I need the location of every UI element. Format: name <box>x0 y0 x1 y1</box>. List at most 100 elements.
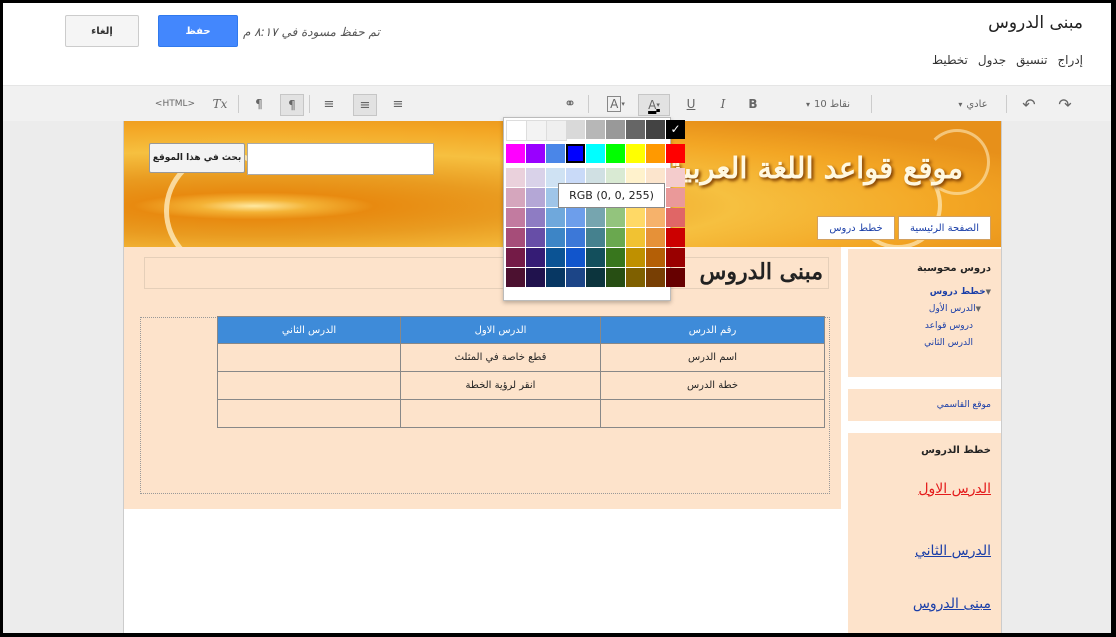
ltr-direction-icon[interactable]: ¶ <box>248 94 270 114</box>
color-swatch[interactable] <box>606 208 625 227</box>
html-button[interactable]: <HTML> <box>149 94 201 114</box>
color-swatch[interactable] <box>626 248 645 267</box>
color-swatch[interactable] <box>626 144 645 163</box>
underline-button[interactable]: U <box>681 94 701 114</box>
table-cell[interactable] <box>217 343 401 372</box>
save-button[interactable]: حفظ <box>158 15 238 47</box>
redo-icon[interactable]: ↷ <box>1053 94 1077 114</box>
color-swatch[interactable] <box>546 208 565 227</box>
bold-button[interactable]: B <box>743 94 763 114</box>
color-swatch[interactable] <box>506 188 525 207</box>
color-swatch[interactable] <box>566 208 585 227</box>
color-swatch[interactable] <box>506 168 525 187</box>
color-swatch[interactable] <box>586 120 605 139</box>
color-swatch[interactable] <box>506 144 525 163</box>
color-swatch[interactable] <box>526 268 545 287</box>
color-swatch[interactable] <box>666 248 685 267</box>
color-swatch[interactable] <box>666 208 685 227</box>
table-cell[interactable] <box>217 399 401 428</box>
content-title[interactable]: مبنى الدروس <box>699 259 823 285</box>
table-header-cell[interactable]: رقم الدرس <box>600 316 825 344</box>
table-header-cell[interactable]: الدرس الثاني <box>217 316 401 344</box>
table-cell[interactable]: قطع خاصة في المثلث <box>400 343 601 372</box>
color-swatch[interactable] <box>626 208 645 227</box>
color-swatch[interactable] <box>506 228 525 247</box>
color-swatch[interactable] <box>646 144 665 163</box>
italic-button[interactable]: I <box>713 94 733 114</box>
menu-table[interactable]: جدول <box>978 53 1006 67</box>
sidebar-item-lesson-one[interactable]: ▼الدرس الأول <box>929 304 981 314</box>
color-swatch[interactable] <box>526 120 547 141</box>
lesson-link-second[interactable]: الدرس الثاني <box>915 543 991 559</box>
color-swatch[interactable] <box>666 168 685 187</box>
clear-format-icon[interactable]: Tx <box>209 94 231 114</box>
site-search-button[interactable]: بحث في هذا الموقع <box>149 143 245 173</box>
color-swatch[interactable] <box>566 120 585 139</box>
color-swatch[interactable] <box>506 248 525 267</box>
color-swatch[interactable] <box>566 228 585 247</box>
color-swatch[interactable] <box>526 208 545 227</box>
table-cell[interactable]: اسم الدرس <box>600 343 825 372</box>
text-color-button[interactable]: A ▾ <box>638 94 670 116</box>
table-cell[interactable]: انقر لرؤية الخطة <box>400 371 601 400</box>
menu-layout[interactable]: تخطيط <box>932 53 968 67</box>
undo-icon[interactable]: ↶ <box>1017 94 1041 114</box>
color-swatch[interactable] <box>586 144 605 163</box>
table-cell[interactable]: خطة الدرس <box>600 371 825 400</box>
color-swatch[interactable] <box>626 120 645 139</box>
color-swatch[interactable] <box>526 188 545 207</box>
color-swatch[interactable] <box>586 268 605 287</box>
color-swatch[interactable] <box>546 228 565 247</box>
color-swatch[interactable] <box>526 248 545 267</box>
align-right-icon[interactable]: ≡ <box>388 94 408 114</box>
sidebar-item-lesson-two[interactable]: الدرس الثاني <box>924 338 973 348</box>
color-swatch[interactable] <box>526 228 545 247</box>
color-swatch[interactable] <box>606 268 625 287</box>
align-left-icon[interactable]: ≡ <box>319 94 339 114</box>
color-swatch[interactable] <box>566 268 585 287</box>
color-swatch[interactable] <box>546 120 567 141</box>
color-swatch[interactable] <box>506 208 525 227</box>
table-cell[interactable] <box>400 399 601 428</box>
color-swatch[interactable] <box>526 168 545 187</box>
color-swatch[interactable] <box>526 144 545 163</box>
color-swatch[interactable] <box>606 228 625 247</box>
nav-tab-lesson-plans[interactable]: خطط دروس <box>817 216 895 240</box>
table-cell[interactable] <box>217 371 401 400</box>
color-swatch[interactable] <box>666 144 685 163</box>
lesson-link-first[interactable]: الدرس الاول <box>918 481 991 497</box>
sidebar-item-lesson-plans[interactable]: ▼خطط دروس <box>930 287 991 297</box>
nav-tab-home[interactable]: الصفحة الرئيسية <box>898 216 991 240</box>
sidebar-item-grammar[interactable]: دروس قواعد <box>925 321 973 331</box>
table-cell[interactable] <box>600 399 825 428</box>
color-swatch[interactable] <box>646 120 665 139</box>
lesson-link-structure[interactable]: مبنى الدروس <box>913 596 991 612</box>
menu-format[interactable]: تنسيق <box>1016 53 1047 67</box>
color-swatch[interactable] <box>586 248 605 267</box>
color-swatch[interactable] <box>586 208 605 227</box>
color-swatch[interactable] <box>606 248 625 267</box>
color-swatch[interactable] <box>626 228 645 247</box>
color-swatch[interactable] <box>566 144 585 163</box>
align-center-icon[interactable]: ≡ <box>353 94 377 116</box>
site-search-input[interactable] <box>247 143 434 175</box>
color-swatch[interactable] <box>546 248 565 267</box>
color-swatch[interactable] <box>546 268 565 287</box>
paragraph-style-select[interactable]: ▾ عادي <box>945 94 1001 114</box>
color-swatch[interactable] <box>666 228 685 247</box>
color-swatch[interactable] <box>606 120 625 139</box>
color-swatch[interactable] <box>646 208 665 227</box>
color-swatch[interactable] <box>566 248 585 267</box>
color-swatch[interactable] <box>666 268 685 287</box>
color-swatch[interactable]: ✓ <box>666 120 685 139</box>
highlight-color-button[interactable]: A ▾ <box>601 94 631 114</box>
color-swatch[interactable] <box>506 268 525 287</box>
color-swatch[interactable] <box>586 228 605 247</box>
color-swatch[interactable] <box>666 188 685 207</box>
color-swatch[interactable] <box>606 144 625 163</box>
color-swatch[interactable] <box>546 144 565 163</box>
color-swatch[interactable] <box>646 268 665 287</box>
rtl-direction-icon[interactable]: ¶ <box>280 94 304 116</box>
color-swatch[interactable] <box>646 248 665 267</box>
cancel-button[interactable]: إلغاء <box>65 15 139 47</box>
